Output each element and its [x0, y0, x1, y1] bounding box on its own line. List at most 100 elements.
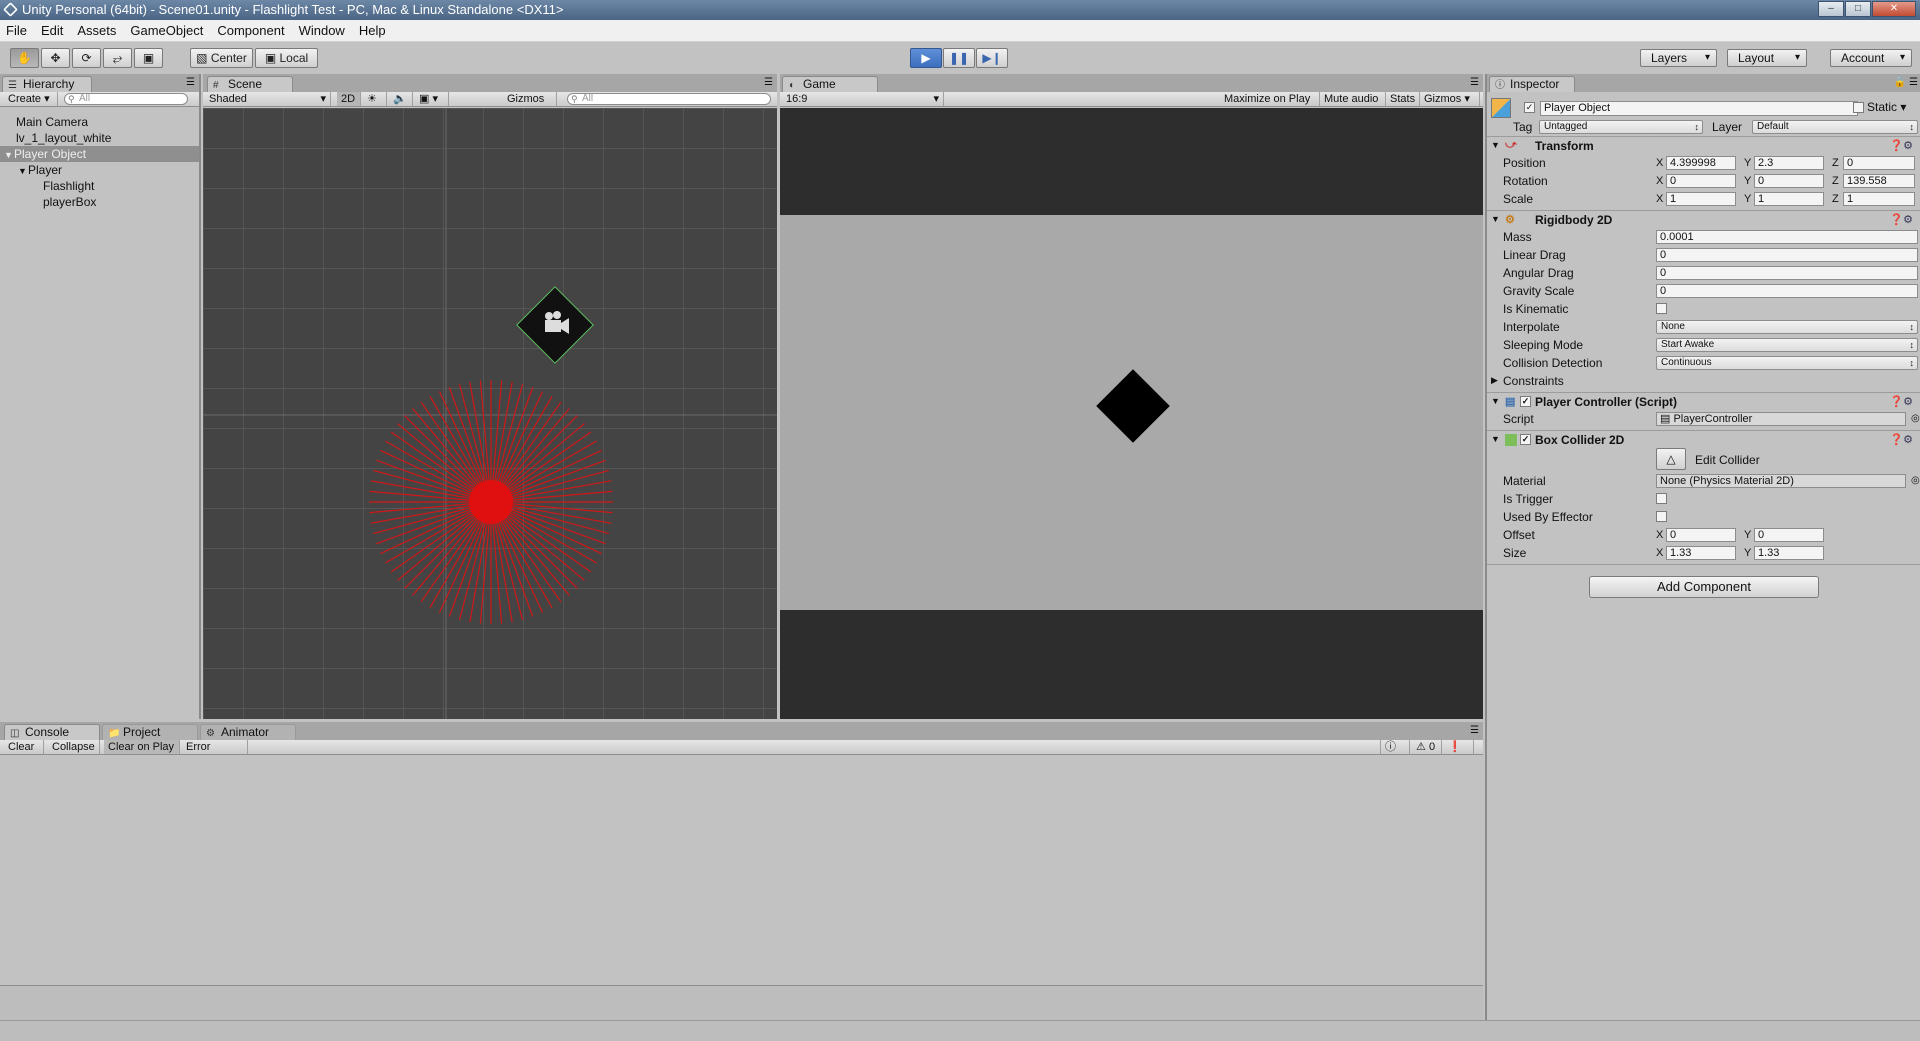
offset-y-field[interactable]: 0 — [1754, 528, 1824, 542]
layers-dropdown[interactable]: Layers — [1640, 49, 1717, 67]
error-pause-toggle[interactable]: Error Pause — [182, 740, 248, 767]
rotation-z-field[interactable]: 139.558 — [1843, 174, 1915, 188]
step-button[interactable]: ▶❙ — [976, 48, 1008, 68]
stats-toggle[interactable]: Stats — [1386, 92, 1420, 106]
layer-dropdown[interactable]: Default — [1752, 120, 1918, 134]
tab-game[interactable]: ◖ Game — [782, 76, 878, 92]
scale-z-field[interactable]: 1 — [1843, 192, 1915, 206]
scale-tool-icon[interactable]: ⥂ — [103, 48, 132, 68]
effects-icon[interactable]: ▣ ▾ — [415, 92, 449, 106]
mass-field[interactable]: 0.0001 — [1656, 230, 1918, 244]
scene-gizmos-dropdown[interactable]: Gizmos ▾ — [503, 92, 557, 119]
gravity-field[interactable]: 0 — [1656, 284, 1918, 298]
angular-drag-field[interactable]: 0 — [1656, 266, 1918, 280]
static-checkbox[interactable] — [1853, 102, 1864, 113]
console-log-area[interactable] — [0, 755, 1483, 985]
layout-dropdown[interactable]: Layout — [1727, 49, 1807, 67]
scene-view[interactable] — [203, 108, 777, 719]
warning-count-toggle[interactable]: ⚠ 0 — [1412, 740, 1442, 754]
position-x-field[interactable]: 4.399998 — [1666, 156, 1736, 170]
constraints-row[interactable]: ▶ Constraints — [1487, 372, 1920, 390]
hierarchy-item-player[interactable]: ▼Player — [0, 162, 199, 178]
collider-enabled-checkbox[interactable]: ✓ — [1520, 434, 1531, 445]
kinematic-checkbox[interactable] — [1656, 303, 1667, 314]
hierarchy-item-player-object[interactable]: ▼Player Object — [0, 146, 199, 162]
expand-arrow-icon[interactable]: ▼ — [4, 147, 14, 163]
panel-menu-icon[interactable]: ☰ — [1470, 77, 1479, 88]
help-settings-icons[interactable]: ❓⚙ — [1889, 139, 1913, 152]
panel-menu-icon[interactable]: ☰ — [1909, 77, 1918, 88]
tab-console[interactable]: ◫ Console — [4, 724, 100, 740]
expand-arrow-icon[interactable]: ▶ — [1491, 375, 1498, 386]
panel-menu-icon[interactable]: ☰ — [1470, 725, 1479, 736]
collapse-arrow-icon[interactable]: ▼ — [1491, 396, 1500, 406]
collision-dropdown[interactable]: Continuous — [1656, 356, 1918, 370]
rigidbody-header[interactable]: ▼ ⚙ Rigidbody 2D ❓⚙ — [1487, 210, 1920, 228]
create-dropdown[interactable]: Create ▾ — [4, 92, 58, 106]
menu-help[interactable]: Help — [359, 23, 386, 38]
position-y-field[interactable]: 2.3 — [1754, 156, 1824, 170]
aspect-dropdown[interactable]: 16:9 ▾ — [782, 92, 944, 106]
offset-x-field[interactable]: 0 — [1666, 528, 1736, 542]
hierarchy-item-layout[interactable]: lv_1_layout_white — [0, 130, 199, 146]
menu-window[interactable]: Window — [299, 23, 345, 38]
menu-component[interactable]: Component — [217, 23, 284, 38]
account-dropdown[interactable]: Account — [1830, 49, 1912, 67]
linear-drag-field[interactable]: 0 — [1656, 248, 1918, 262]
space-toggle[interactable]: ▣ Local — [255, 48, 318, 68]
add-component-button[interactable]: Add Component — [1589, 576, 1819, 598]
rotate-tool-icon[interactable]: ⟳ — [72, 48, 101, 68]
menu-assets[interactable]: Assets — [77, 23, 116, 38]
effector-checkbox[interactable] — [1656, 511, 1667, 522]
active-checkbox[interactable]: ✓ — [1524, 102, 1535, 113]
play-button[interactable]: ▶ — [910, 48, 942, 68]
script-field[interactable]: ▤ PlayerController — [1656, 412, 1906, 426]
controller-enabled-checkbox[interactable]: ✓ — [1520, 396, 1531, 407]
interpolate-dropdown[interactable]: None — [1656, 320, 1918, 334]
lock-icon[interactable]: 🔒 — [1894, 77, 1906, 88]
object-picker-icon[interactable]: ◎ — [1911, 475, 1920, 486]
rotation-y-field[interactable]: 0 — [1754, 174, 1824, 188]
menu-edit[interactable]: Edit — [41, 23, 63, 38]
collapse-button[interactable]: Collapse — [48, 740, 100, 754]
lighting-icon[interactable]: ☀ — [363, 92, 387, 106]
scale-y-field[interactable]: 1 — [1754, 192, 1824, 206]
tab-animator[interactable]: ⚙ Animator — [200, 724, 296, 740]
collider-header[interactable]: ▼ ✓ Box Collider 2D ❓⚙ — [1487, 430, 1920, 448]
tab-hierarchy[interactable]: ☰ Hierarchy — [2, 76, 92, 92]
position-z-field[interactable]: 0 — [1843, 156, 1915, 170]
panel-menu-icon[interactable]: ☰ — [186, 77, 195, 88]
help-settings-icons[interactable]: ❓⚙ — [1889, 433, 1913, 446]
size-y-field[interactable]: 1.33 — [1754, 546, 1824, 560]
size-x-field[interactable]: 1.33 — [1666, 546, 1736, 560]
toggle-2d-button[interactable]: 2D — [337, 92, 361, 106]
tab-project[interactable]: 📁 Project — [102, 724, 198, 740]
error-count-toggle[interactable]: ❗ 0 — [1444, 740, 1474, 767]
scene-search-input[interactable]: ⚲ All — [567, 93, 771, 105]
close-button[interactable]: ✕ — [1872, 1, 1916, 17]
tab-scene[interactable]: # Scene — [207, 76, 293, 92]
collapse-arrow-icon[interactable]: ▼ — [1491, 434, 1500, 444]
shading-dropdown[interactable]: Shaded ▾ — [205, 92, 331, 106]
pivot-toggle[interactable]: ▧ Center — [190, 48, 253, 68]
tab-inspector[interactable]: ⓘ Inspector — [1489, 76, 1575, 92]
rect-tool-icon[interactable]: ▣ — [134, 48, 163, 68]
sleeping-dropdown[interactable]: Start Awake — [1656, 338, 1918, 352]
edit-collider-button[interactable]: △ — [1656, 448, 1686, 470]
menu-gameobject[interactable]: GameObject — [130, 23, 203, 38]
collapse-arrow-icon[interactable]: ▼ — [1491, 214, 1500, 224]
rotation-x-field[interactable]: 0 — [1666, 174, 1736, 188]
camera-gizmo-icon[interactable] — [516, 286, 594, 364]
hierarchy-search-input[interactable]: ⚲ All — [64, 93, 188, 105]
panel-menu-icon[interactable]: ☰ — [764, 77, 773, 88]
move-tool-icon[interactable]: ✥ — [41, 48, 70, 68]
hierarchy-item-flashlight[interactable]: Flashlight — [0, 178, 199, 194]
trigger-checkbox[interactable] — [1656, 493, 1667, 504]
hierarchy-item-playerbox[interactable]: playerBox — [0, 194, 199, 210]
hierarchy-item-main-camera[interactable]: Main Camera — [0, 114, 199, 130]
object-picker-icon[interactable]: ◎ — [1911, 413, 1920, 424]
transform-header[interactable]: ▼ ⤻ Transform ❓⚙ — [1487, 136, 1920, 154]
object-name-field[interactable]: Player Object — [1540, 101, 1858, 116]
expand-arrow-icon[interactable]: ▼ — [18, 163, 28, 179]
maximize-on-play-toggle[interactable]: Maximize on Play — [1220, 92, 1320, 106]
